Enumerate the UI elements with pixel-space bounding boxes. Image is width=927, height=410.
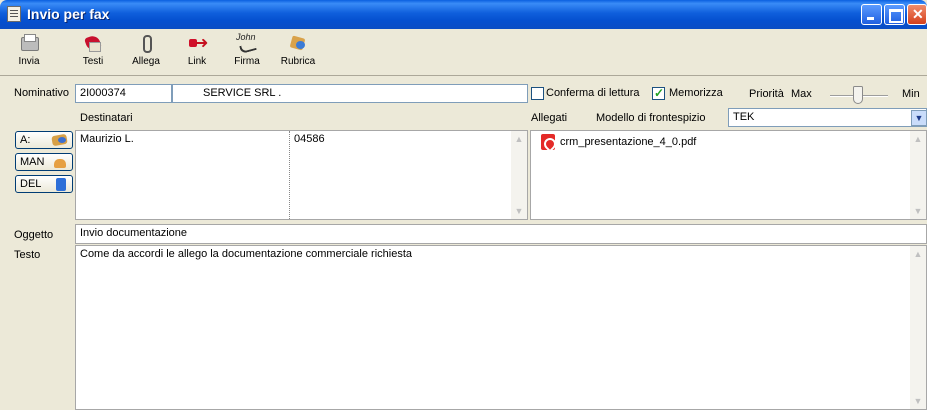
attachments-list[interactable]: crm_presentazione_4_0.pdf ▲ ▼ [530, 130, 927, 220]
nominativo-code-field[interactable]: 2I000374 [75, 84, 172, 103]
priorita-min-label: Min [902, 88, 920, 100]
delete-recipient-label: DEL [20, 178, 42, 190]
toolbar: Invia Testi Allega Link Firma Rubrica [0, 29, 927, 76]
allega-label: Allega [132, 56, 160, 67]
firma-label: Firma [234, 56, 260, 67]
testo-scrollbar[interactable]: ▲ ▼ [910, 246, 926, 409]
allegati-label: Allegati [531, 112, 568, 124]
firma-button[interactable]: Firma [232, 32, 262, 71]
recipients-list[interactable]: Maurizio L. 04586 ▲ ▼ [75, 130, 528, 220]
scroll-down-icon[interactable]: ▼ [910, 203, 926, 219]
scroll-down-icon[interactable]: ▼ [910, 393, 926, 409]
nominativo-name-field[interactable]: SERVICE SRL . [172, 84, 528, 103]
priorita-max-label: Max [791, 88, 812, 100]
modello-frontespizio-label: Modello di frontespizio [596, 112, 706, 124]
signature-icon [236, 32, 258, 53]
column-divider [289, 131, 290, 219]
link-arrow-icon [186, 33, 208, 53]
pdf-icon [541, 134, 555, 150]
manual-entry-button[interactable]: MAN [15, 153, 73, 171]
attachment-filename: crm_presentazione_4_0.pdf [560, 136, 697, 148]
window-title: Invio per fax [27, 6, 110, 22]
destinatari-label: Destinatari [80, 112, 133, 124]
recycle-bin-icon [52, 178, 68, 191]
hand-icon [52, 156, 68, 168]
rubrica-label: Rubrica [280, 56, 316, 67]
testi-label: Testi [82, 56, 104, 67]
conferma-lettura-label: Conferma di lettura [546, 87, 640, 99]
paperclip-icon [135, 33, 157, 53]
add-to-button[interactable]: A: [15, 131, 73, 149]
scroll-down-icon[interactable]: ▼ [511, 203, 527, 219]
oggetto-field[interactable]: Invio documentazione [75, 224, 927, 244]
address-book-icon [52, 134, 68, 146]
allega-button[interactable]: Allega [130, 33, 162, 71]
manual-entry-label: MAN [20, 156, 45, 168]
memorizza-checkbox[interactable] [652, 86, 665, 100]
delete-recipient-button[interactable]: DEL [15, 175, 73, 193]
conferma-lettura-checkbox[interactable] [531, 87, 544, 100]
scroll-up-icon[interactable]: ▲ [910, 246, 926, 262]
close-button[interactable] [907, 4, 927, 25]
texts-book-icon [82, 33, 104, 53]
testo-content: Come da accordi le allego la documentazi… [80, 248, 412, 260]
memorizza-label: Memorizza [669, 87, 723, 99]
modello-frontespizio-select[interactable]: TEK [728, 108, 927, 127]
maximize-button[interactable] [884, 4, 905, 25]
invia-label: Invia [18, 56, 40, 67]
modello-dropdown-button[interactable]: ▼ [911, 110, 927, 126]
recipients-scrollbar[interactable]: ▲ ▼ [511, 131, 527, 219]
title-bar[interactable]: Invio per fax [0, 0, 927, 29]
recipient-fax: 04586 [294, 133, 325, 145]
add-to-label: A: [20, 134, 31, 146]
minimize-button[interactable] [861, 4, 882, 25]
rubrica-button[interactable]: Rubrica [278, 33, 318, 71]
fax-app-icon [7, 6, 21, 22]
table-row[interactable]: Maurizio L. 04586 [80, 133, 500, 147]
invia-button[interactable]: Invia [14, 33, 44, 71]
scroll-up-icon[interactable]: ▲ [910, 131, 926, 147]
scroll-up-icon[interactable]: ▲ [511, 131, 527, 147]
attachments-scrollbar[interactable]: ▲ ▼ [910, 131, 926, 219]
recipient-name: Maurizio L. [80, 133, 134, 145]
testo-label: Testo [14, 249, 41, 261]
list-item[interactable]: crm_presentazione_4_0.pdf [541, 134, 841, 150]
priorita-label: Priorità [749, 88, 784, 100]
fax-machine-icon [18, 33, 40, 53]
address-book-icon [287, 33, 309, 53]
testo-textarea[interactable]: Come da accordi le allego la documentazi… [75, 245, 927, 410]
nominativo-label: Nominativo [14, 87, 70, 99]
oggetto-label: Oggetto [14, 229, 54, 241]
link-label: Link [187, 56, 207, 67]
priorita-slider-thumb[interactable] [853, 86, 863, 104]
testi-button[interactable]: Testi [78, 33, 108, 71]
link-button[interactable]: Link [183, 33, 211, 71]
fax-window: Invio per fax Invia Testi Allega Link Fi… [0, 0, 927, 410]
